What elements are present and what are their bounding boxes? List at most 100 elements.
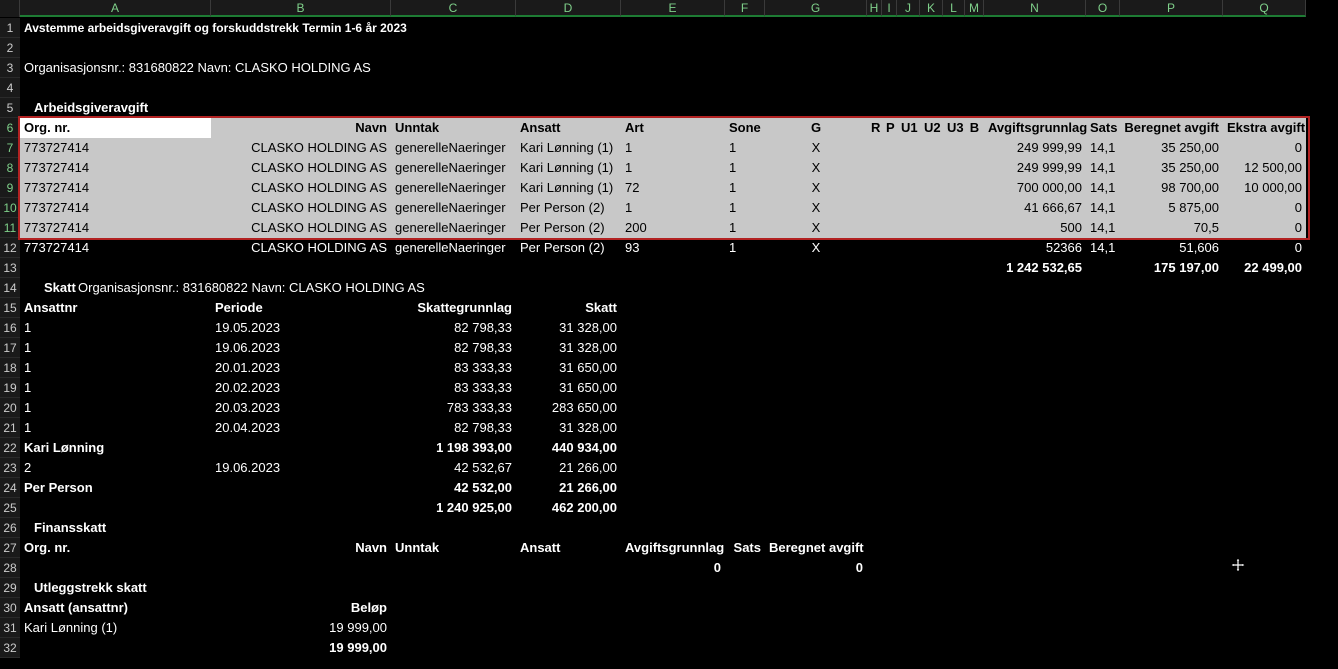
section-arbeidsgiveravgift[interactable]: Arbeidsgiveravgift (34, 98, 522, 118)
select-all-corner[interactable] (0, 0, 20, 17)
row-header-26[interactable]: 26 (0, 518, 20, 538)
row-header-7[interactable]: 7 (0, 138, 20, 158)
column-header-D[interactable]: D (516, 0, 621, 17)
aga-ekstra[interactable]: 0 (1227, 238, 1302, 258)
row-header-11[interactable]: 11 (0, 218, 20, 238)
column-header-O[interactable]: O (1086, 0, 1120, 17)
row-header-14[interactable]: 14 (0, 278, 20, 298)
aga-art[interactable]: 93 (625, 238, 721, 258)
row-header-19[interactable]: 19 (0, 378, 20, 398)
column-header-P[interactable]: P (1120, 0, 1223, 17)
skatt-ansattnr[interactable]: 1 (24, 418, 207, 438)
row-header-15[interactable]: 15 (0, 298, 20, 318)
skatt-subtotal-grunnlag[interactable]: 42 532,00 (395, 478, 512, 498)
skatt-grunnlag[interactable]: 82 798,33 (395, 418, 512, 438)
org-info[interactable]: Organisasjonsnr.: 831680822 Navn: CLASKO… (24, 58, 617, 78)
aga-g[interactable]: X (769, 238, 863, 258)
finans-total-beregnet[interactable]: 0 (769, 558, 863, 578)
row-header-2[interactable]: 2 (0, 38, 20, 58)
row-header-30[interactable]: 30 (0, 598, 20, 618)
utlegg-header-belop[interactable]: Beløp (215, 598, 387, 618)
utlegg-header-ansatt[interactable]: Ansatt (ansattnr) (24, 598, 207, 618)
aga-org[interactable]: 773727414 (24, 238, 207, 258)
skatt-org-info[interactable]: Organisasjonsnr.: 831680822 Navn: CLASKO… (78, 278, 478, 298)
skatt-subtotal-name[interactable]: Kari Lønning (24, 438, 207, 458)
utlegg-total[interactable]: 19 999,00 (215, 638, 387, 658)
column-header-H[interactable]: H (867, 0, 882, 17)
skatt-periode[interactable]: 19.06.2023 (215, 338, 387, 358)
skatt-skatt[interactable]: 31 650,00 (520, 358, 617, 378)
skatt-grunnlag[interactable]: 82 798,33 (395, 318, 512, 338)
row-header-25[interactable]: 25 (0, 498, 20, 518)
aga-navn[interactable]: CLASKO HOLDING AS (215, 238, 387, 258)
finans-header-grunnlag[interactable]: Avgiftsgrunnlag (625, 538, 724, 558)
row-header-4[interactable]: 4 (0, 78, 20, 98)
row-header-29[interactable]: 29 (0, 578, 20, 598)
skatt-subtotal-skatt[interactable]: 440 934,00 (520, 438, 617, 458)
header-skattegrunnlag[interactable]: Skattegrunnlag (395, 298, 512, 318)
aga-total-beregnet[interactable]: 175 197,00 (1124, 258, 1219, 278)
skatt-skatt[interactable]: 31 328,00 (520, 318, 617, 338)
finans-header-unntak[interactable]: Unntak (395, 538, 512, 558)
skatt-skatt[interactable]: 283 650,00 (520, 398, 617, 418)
aga-sats[interactable]: 14,1 (1090, 238, 1116, 258)
row-header-12[interactable]: 12 (0, 238, 20, 258)
row-header-27[interactable]: 27 (0, 538, 20, 558)
skatt-periode[interactable]: 19.06.2023 (215, 458, 387, 478)
row-header-1[interactable]: 1 (0, 18, 20, 38)
skatt-grunnlag[interactable]: 82 798,33 (395, 338, 512, 358)
skatt-ansattnr[interactable]: 1 (24, 318, 207, 338)
column-header-F[interactable]: F (725, 0, 765, 17)
row-header-8[interactable]: 8 (0, 158, 20, 178)
column-header-A[interactable]: A (20, 0, 211, 17)
row-header-24[interactable]: 24 (0, 478, 20, 498)
column-header-J[interactable]: J (897, 0, 920, 17)
skatt-periode[interactable]: 19.05.2023 (215, 318, 387, 338)
row-header-9[interactable]: 9 (0, 178, 20, 198)
aga-total-grunnlag[interactable]: 1 242 532,65 (988, 258, 1082, 278)
skatt-periode[interactable]: 20.01.2023 (215, 358, 387, 378)
finans-header-sats[interactable]: Sats (729, 538, 761, 558)
column-header-B[interactable]: B (211, 0, 391, 17)
sheet-title[interactable]: Avstemme arbeidsgiveravgift og forskudds… (24, 18, 617, 38)
skatt-subtotal-grunnlag[interactable]: 1 198 393,00 (395, 438, 512, 458)
skatt-subtotal-name[interactable]: Per Person (24, 478, 207, 498)
skatt-skatt[interactable]: 21 266,00 (520, 458, 617, 478)
skatt-subtotal-skatt[interactable]: 21 266,00 (520, 478, 617, 498)
finans-total-grunnlag[interactable]: 0 (625, 558, 721, 578)
spreadsheet-grid[interactable]: ABCDEFGHIJKLMNOPQ 1 2 3 4 5 6 7 8 9 10 11 12 13 14 15 1… (0, 0, 1338, 669)
aga-beregnet[interactable]: 51,606 (1124, 238, 1219, 258)
skatt-ansattnr[interactable]: 1 (24, 398, 207, 418)
skatt-grunnlag[interactable]: 42 532,67 (395, 458, 512, 478)
row-header-16[interactable]: 16 (0, 318, 20, 338)
column-header-Q[interactable]: Q (1223, 0, 1306, 17)
row-header-22[interactable]: 22 (0, 438, 20, 458)
row-header-3[interactable]: 3 (0, 58, 20, 78)
column-header-C[interactable]: C (391, 0, 516, 17)
section-finansskatt[interactable]: Finansskatt (34, 518, 217, 538)
skatt-grunnlag[interactable]: 83 333,33 (395, 358, 512, 378)
header-ansattnr[interactable]: Ansattnr (24, 298, 207, 318)
skatt-total-grunnlag[interactable]: 1 240 925,00 (395, 498, 512, 518)
skatt-periode[interactable]: 20.02.2023 (215, 378, 387, 398)
column-header-E[interactable]: E (621, 0, 725, 17)
finans-header-navn[interactable]: Navn (215, 538, 387, 558)
row-header-21[interactable]: 21 (0, 418, 20, 438)
skatt-total-skatt[interactable]: 462 200,00 (520, 498, 617, 518)
finans-header-ansatt[interactable]: Ansatt (520, 538, 617, 558)
aga-total-ekstra[interactable]: 22 499,00 (1227, 258, 1302, 278)
row-header-13[interactable]: 13 (0, 258, 20, 278)
skatt-grunnlag[interactable]: 83 333,33 (395, 378, 512, 398)
utlegg-ansatt[interactable]: Kari Lønning (1) (24, 618, 207, 638)
row-header-6[interactable]: 6 (0, 118, 20, 138)
row-header-10[interactable]: 10 (0, 198, 20, 218)
aga-unntak[interactable]: generelleNaeringer (395, 238, 512, 258)
column-header-K[interactable]: K (920, 0, 943, 17)
skatt-ansattnr[interactable]: 1 (24, 338, 207, 358)
column-header-I[interactable]: I (882, 0, 897, 17)
aga-sone[interactable]: 1 (729, 238, 761, 258)
finans-header-beregnet[interactable]: Beregnet avgift (769, 538, 864, 558)
skatt-grunnlag[interactable]: 783 333,33 (395, 398, 512, 418)
skatt-ansattnr[interactable]: 2 (24, 458, 207, 478)
aga-ansatt[interactable]: Per Person (2) (520, 238, 617, 258)
